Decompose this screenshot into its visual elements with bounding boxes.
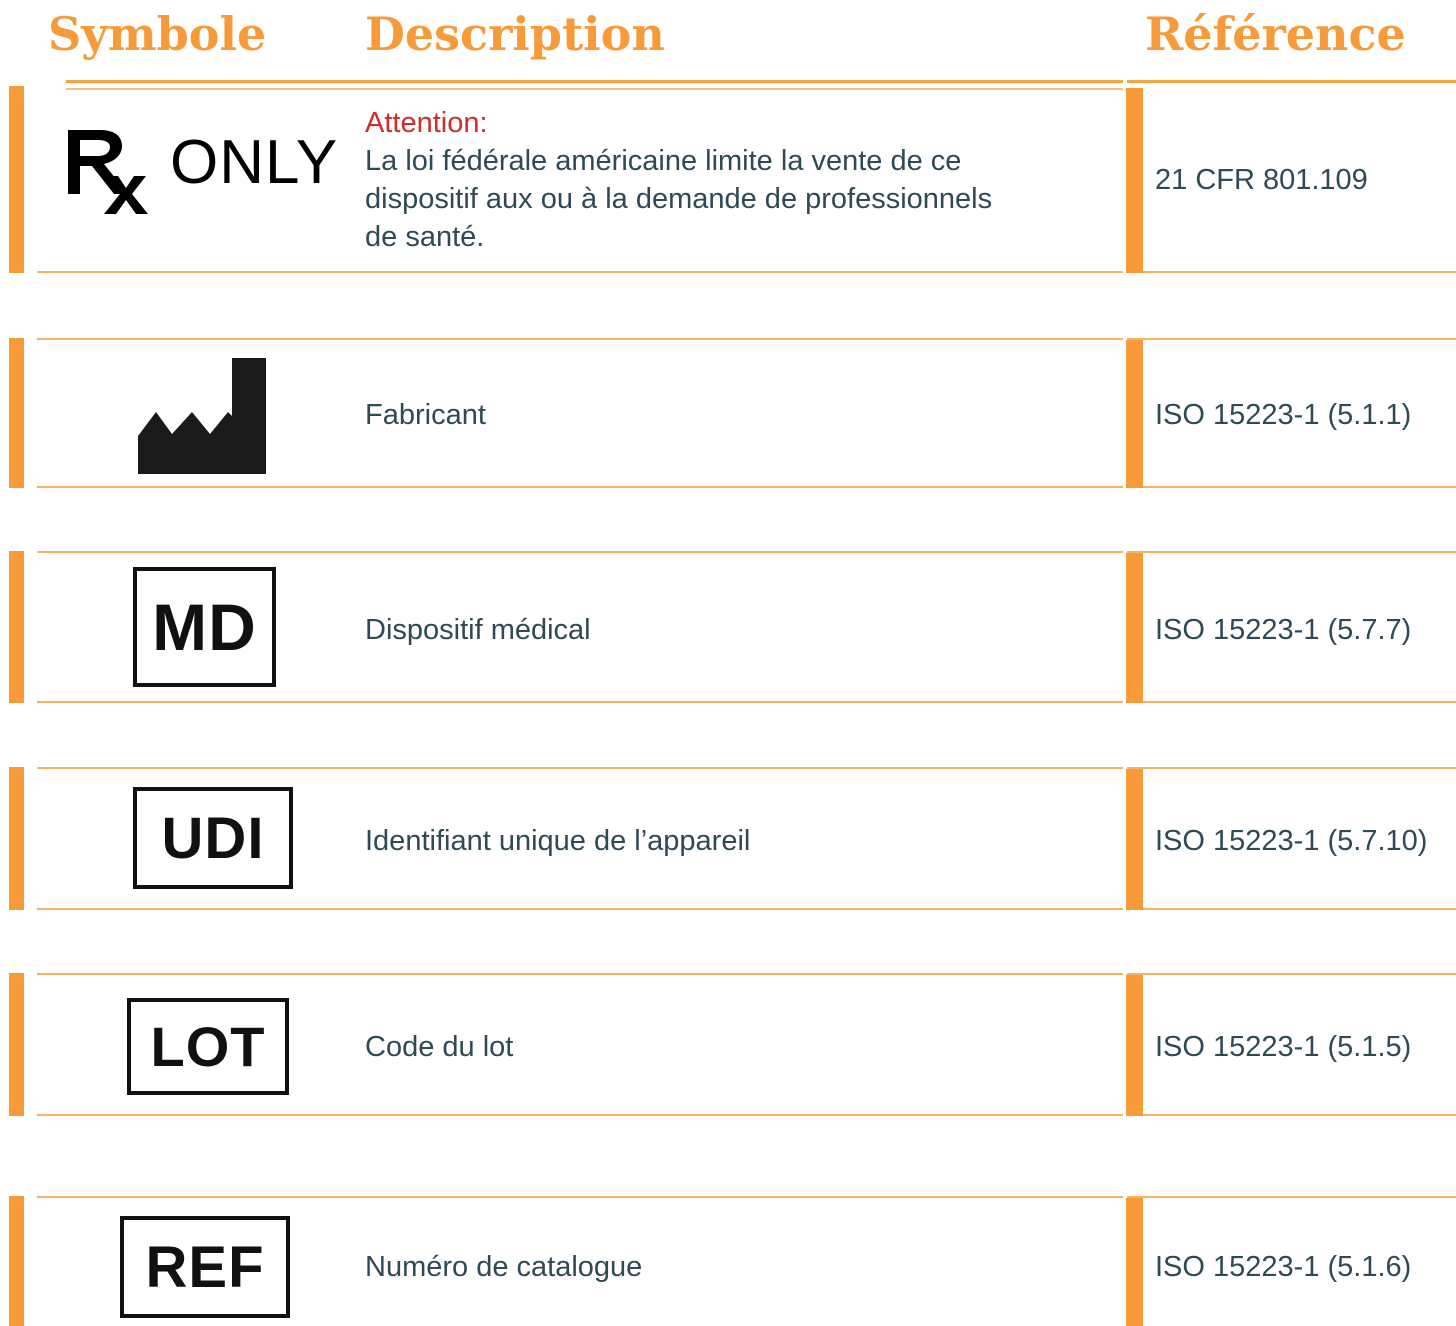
row-divider bbox=[37, 701, 1123, 703]
ref-icon: REF bbox=[120, 1216, 290, 1318]
reference-divider bbox=[1143, 271, 1456, 273]
reference-divider bbox=[1127, 551, 1456, 553]
reference-divider bbox=[1127, 767, 1456, 769]
reference-accent-bar bbox=[1126, 88, 1143, 273]
reference-accent-bar bbox=[1126, 553, 1143, 703]
header-divider bbox=[66, 80, 1123, 83]
reference-divider bbox=[1143, 701, 1456, 703]
reference-divider bbox=[1143, 908, 1456, 910]
reference-accent-bar bbox=[1126, 769, 1143, 910]
reference-divider bbox=[1127, 1196, 1456, 1198]
row-accent-bar bbox=[9, 1196, 24, 1326]
reference-divider bbox=[1127, 338, 1456, 340]
manufacturer-icon bbox=[138, 358, 266, 474]
row-divider bbox=[37, 908, 1123, 910]
row-description: Numéro de catalogue bbox=[365, 1251, 643, 1283]
rx-symbol-icon bbox=[68, 130, 148, 214]
row-reference: ISO 15223-1 (5.1.6) bbox=[1155, 1251, 1412, 1283]
row-accent-bar bbox=[9, 338, 24, 488]
reference-divider bbox=[1143, 1114, 1456, 1116]
row-divider bbox=[37, 767, 1123, 769]
row-accent-bar bbox=[9, 767, 24, 910]
row-description: Code du lot bbox=[365, 1031, 514, 1063]
header-divider-reference bbox=[1127, 80, 1456, 83]
rx-only-text: ONLY bbox=[170, 128, 339, 197]
reference-accent-bar bbox=[1126, 340, 1143, 488]
reference-divider bbox=[1127, 973, 1456, 975]
description-line: de santé. bbox=[365, 221, 485, 253]
row-description: Dispositif médical bbox=[365, 614, 591, 646]
row-divider bbox=[37, 1196, 1123, 1198]
description-line: dispositif aux ou à la demande de profes… bbox=[365, 183, 993, 215]
udi-icon: UDI bbox=[133, 787, 293, 889]
row-accent-bar bbox=[9, 551, 24, 703]
row-divider bbox=[37, 271, 1123, 273]
row-divider bbox=[37, 973, 1123, 975]
row-description: Identifiant unique de l’appareil bbox=[365, 825, 751, 857]
reference-accent-bar bbox=[1126, 1198, 1143, 1326]
row-reference: ISO 15223-1 (5.1.5) bbox=[1155, 1031, 1412, 1063]
row-description: Fabricant bbox=[365, 399, 486, 431]
header-symbol: Symbole bbox=[48, 7, 267, 61]
row-reference: 21 CFR 801.109 bbox=[1155, 164, 1368, 196]
md-icon: MD bbox=[133, 567, 276, 687]
row-accent-bar bbox=[9, 973, 24, 1116]
rx-only-icon: ONLY bbox=[62, 118, 337, 218]
warning-label: Attention: bbox=[365, 107, 488, 139]
lot-icon: LOT bbox=[127, 998, 289, 1095]
row-reference: ISO 15223-1 (5.1.1) bbox=[1155, 399, 1412, 431]
header-reference: Référence bbox=[1145, 7, 1406, 61]
row-accent-bar bbox=[9, 86, 24, 273]
header-divider-secondary bbox=[66, 88, 1123, 90]
description-line: La loi fédérale américaine limite la ven… bbox=[365, 145, 962, 177]
row-reference: ISO 15223-1 (5.7.10) bbox=[1155, 825, 1428, 857]
row-divider bbox=[37, 486, 1123, 488]
reference-accent-bar bbox=[1126, 975, 1143, 1116]
header-description: Description bbox=[365, 7, 665, 61]
row-divider bbox=[37, 1114, 1123, 1116]
row-reference: ISO 15223-1 (5.7.7) bbox=[1155, 614, 1412, 646]
row-divider bbox=[37, 338, 1123, 340]
row-divider bbox=[37, 551, 1123, 553]
reference-divider bbox=[1143, 486, 1456, 488]
row-description: Attention: La loi fédérale américaine li… bbox=[365, 104, 992, 256]
